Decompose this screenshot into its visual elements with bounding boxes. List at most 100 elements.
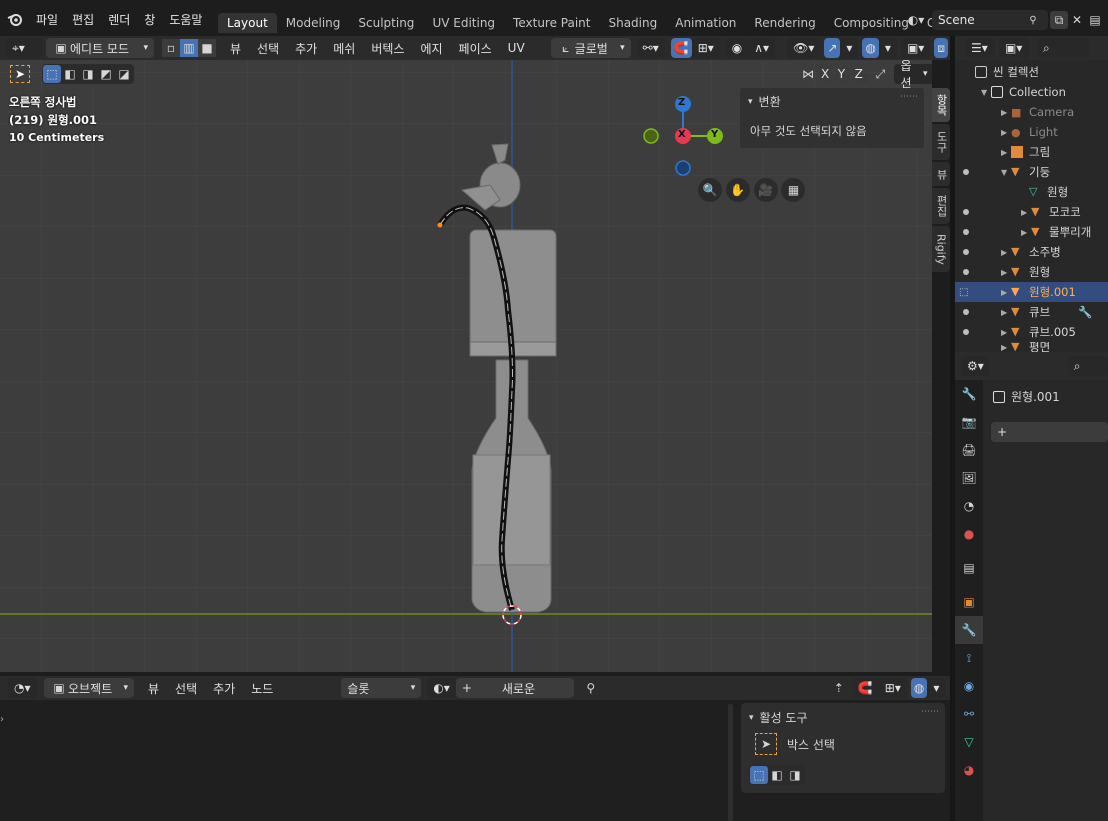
material-browse-button[interactable]: ◐▾	[427, 678, 456, 698]
visibility-dot-icon[interactable]	[963, 209, 969, 215]
mirror-z-toggle[interactable]: Z	[851, 64, 867, 84]
parent-node-icon[interactable]: ⇡	[830, 679, 848, 697]
visibility-dropdown[interactable]: 👁▾	[787, 38, 821, 58]
menu-add[interactable]: 추가	[213, 680, 235, 697]
particles-tab-icon[interactable]: ⟟	[955, 644, 983, 672]
outliner-item-cube[interactable]: ▶ ▼ 큐브 🔧	[955, 302, 1108, 322]
menu-file[interactable]: 파일	[36, 11, 58, 28]
material-tab-icon[interactable]: ◕	[955, 756, 983, 784]
viewport-canvas[interactable]	[0, 60, 932, 672]
tab-modeling[interactable]: Modeling	[277, 13, 350, 33]
menu-add[interactable]: 추가	[295, 40, 317, 57]
expand-arrow-icon[interactable]: ▼	[981, 88, 991, 97]
outliner-item-soju-bottle[interactable]: ▶ ▼ 소주병	[955, 242, 1108, 262]
outliner-item-collection[interactable]: ▼ Collection	[955, 82, 1108, 102]
vertex-select-icon[interactable]: ▫	[162, 39, 180, 57]
editor-type-button[interactable]: ☰▾	[965, 38, 995, 58]
expand-arrow-icon[interactable]: ▶	[1001, 308, 1011, 317]
mode-dropdown[interactable]: ▣ 에디트 모드 ▾	[46, 38, 154, 58]
visibility-dot-icon[interactable]	[963, 269, 969, 275]
chevron-right-icon[interactable]: ›	[0, 714, 4, 725]
tool-tab-icon[interactable]: 🔧	[955, 380, 983, 408]
snap-toggle[interactable]: 🧲	[670, 38, 692, 58]
zoom-icon[interactable]: 🔍	[698, 178, 722, 202]
tab-edit[interactable]: 편집	[932, 188, 950, 224]
view-layer-tab-icon[interactable]: 🖼	[955, 464, 983, 492]
outliner-item-circle-data[interactable]: ▽ 원형	[955, 182, 1108, 202]
scene-tab-icon[interactable]: ◔	[955, 492, 983, 520]
subtract-selection-icon[interactable]: ◨	[79, 65, 97, 83]
expand-arrow-icon[interactable]: ▼	[1001, 168, 1011, 177]
tab-uv-editing[interactable]: UV Editing	[423, 13, 504, 33]
menu-view[interactable]: 뷰	[148, 680, 159, 697]
expand-arrow-icon[interactable]: ▶	[1021, 208, 1031, 217]
visibility-dot-icon[interactable]	[963, 329, 969, 335]
mirror-x-toggle[interactable]: X	[817, 64, 833, 84]
pin-icon[interactable]: ⚲	[1024, 11, 1042, 29]
xray-toggle[interactable]: ⧈	[934, 38, 948, 58]
menu-mesh[interactable]: 메쉬	[333, 40, 355, 57]
view-layer-icon[interactable]: ▤	[1086, 11, 1104, 29]
subtract-selection-icon[interactable]: ◨	[786, 766, 804, 784]
menu-node[interactable]: 노드	[251, 680, 273, 697]
outliner-item-circle-001[interactable]: ⬚ ▶ ▼ 원형.001	[955, 282, 1108, 302]
tab-shading[interactable]: Shading	[599, 13, 666, 33]
editor-type-button[interactable]: ◔▾	[8, 678, 38, 698]
menu-select[interactable]: 선택	[257, 40, 279, 57]
menu-window[interactable]: 창	[144, 11, 155, 28]
modifier-tab-icon[interactable]: 🔧	[955, 616, 983, 644]
mirror-y-toggle[interactable]: Y	[834, 64, 850, 84]
chevron-down-icon[interactable]: ▾	[748, 97, 753, 107]
pivot-point-dropdown[interactable]: ⚯▾	[636, 38, 665, 58]
display-mode-dropdown[interactable]: ▣▾	[999, 38, 1029, 58]
outliner-scene-collection[interactable]: 씬 컬렉션	[955, 62, 1108, 82]
transform-orientation-dropdown[interactable]: ⟀ 글로벌 ▾	[550, 38, 631, 58]
drag-handle-icon[interactable]: ⋯⋯	[900, 92, 918, 102]
outliner-item-circle[interactable]: ▶ ▼ 원형	[955, 262, 1108, 282]
mesh-edit-overlay-dropdown[interactable]: ▣▾	[900, 38, 931, 58]
tab-tool[interactable]: 도구	[932, 124, 950, 160]
chevron-down-icon[interactable]: ▾	[749, 713, 754, 723]
edge-select-icon[interactable]: ▥	[180, 39, 198, 57]
expand-arrow-icon[interactable]: ▶	[1001, 108, 1011, 117]
expand-arrow-icon[interactable]: ▶	[1001, 343, 1011, 352]
visibility-dot-icon[interactable]	[963, 229, 969, 235]
gizmo-dropdown[interactable]: ▾	[840, 38, 859, 58]
snap-toggle[interactable]: 🧲	[851, 678, 879, 698]
edit-mode-icon[interactable]: ⬚	[959, 287, 968, 298]
constraints-tab-icon[interactable]: ⚯	[955, 700, 983, 728]
tab-sculpting[interactable]: Sculpting	[349, 13, 423, 33]
navigation-gizmo[interactable]: Z X Y	[640, 94, 730, 184]
slot-dropdown[interactable]: 슬롯 ▾	[341, 678, 422, 698]
menu-view[interactable]: 뷰	[230, 40, 241, 57]
collection-tab-icon[interactable]: ▤	[955, 554, 983, 582]
intersect-selection-icon[interactable]: ◪	[115, 65, 133, 83]
physics-tab-icon[interactable]: ◉	[955, 672, 983, 700]
active-tool-title[interactable]: 활성 도구	[760, 709, 808, 726]
menu-face[interactable]: 페이스	[459, 40, 492, 57]
topology-mirror-icon[interactable]: ⤢	[873, 65, 889, 83]
snap-target-dropdown[interactable]: ⊞▾	[691, 38, 720, 58]
gizmo-toggle[interactable]: ↗	[824, 38, 841, 58]
menu-select[interactable]: 선택	[175, 680, 197, 697]
outliner-item-mokoko[interactable]: ▶ ▼ 모코코	[955, 202, 1108, 222]
world-tab-icon[interactable]: ●	[955, 520, 983, 548]
outliner-item-pillar[interactable]: ▼ ▼ 기둥	[955, 162, 1108, 182]
data-tab-icon[interactable]: ▽	[955, 728, 983, 756]
drag-handle-icon[interactable]: ⋯⋯	[921, 707, 939, 717]
set-new-selection-icon[interactable]: ⬚	[750, 766, 768, 784]
snap-target-dropdown[interactable]: ⊞▾	[878, 678, 907, 698]
overlay-toggle[interactable]: ◍	[910, 678, 928, 698]
search-field[interactable]: ⌕	[1067, 356, 1108, 376]
pin-icon[interactable]: ⚲	[582, 679, 600, 697]
extend-selection-icon[interactable]: ◧	[768, 766, 786, 784]
invert-selection-icon[interactable]: ◩	[97, 65, 115, 83]
orthographic-grid-icon[interactable]: ▦	[781, 178, 806, 202]
proportional-edit-toggle[interactable]: ◉	[725, 38, 749, 58]
tab-animation[interactable]: Animation	[666, 13, 745, 33]
tab-layout[interactable]: Layout	[218, 13, 277, 33]
blender-logo-icon[interactable]	[6, 10, 24, 28]
tab-rendering[interactable]: Rendering	[745, 13, 824, 33]
overlay-dropdown[interactable]: ▾	[927, 678, 946, 698]
editor-type-button[interactable]: ⚙▾	[961, 356, 990, 376]
